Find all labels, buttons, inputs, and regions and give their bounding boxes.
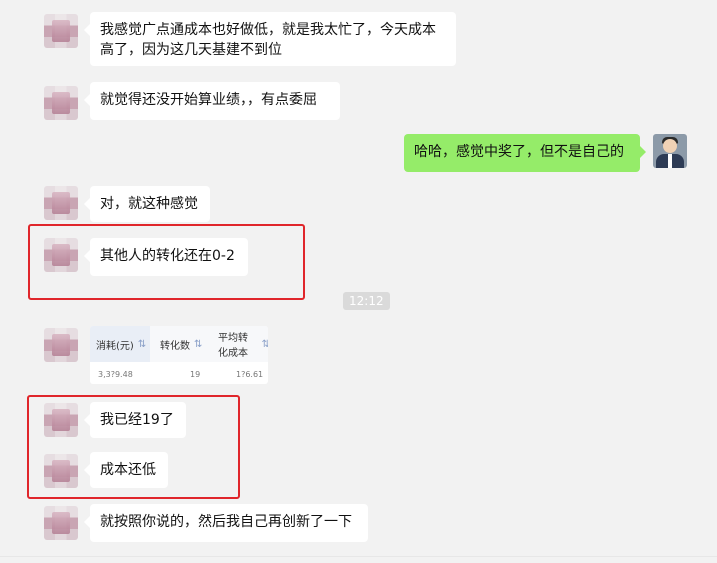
message-bubble-6[interactable]: 我已经19了 bbox=[84, 402, 186, 438]
message-text: 就按照你说的，然后我自己再创新了一下 bbox=[100, 514, 352, 530]
avatar-face bbox=[663, 139, 677, 153]
table-cell: 19 bbox=[190, 370, 201, 379]
contact-avatar[interactable] bbox=[44, 454, 78, 488]
table-header-cell: 平均转化成本 ⇅ bbox=[218, 326, 268, 362]
divider bbox=[0, 556, 717, 557]
table-header-cell: 消耗(元) ⇅ bbox=[90, 326, 150, 362]
message-text: 哈哈，感觉中奖了，但不是自己的 bbox=[414, 144, 624, 160]
chat-window: 我感觉广点通成本也好做低，就是我太忙了，今天成本高了，因为这几天基建不到位 就觉… bbox=[0, 0, 717, 563]
timestamp: 12:12 bbox=[343, 292, 390, 310]
sort-icon: ⇅ bbox=[261, 338, 268, 350]
contact-avatar[interactable] bbox=[44, 14, 78, 48]
table-header-cell: 转化数 ⇅ bbox=[160, 326, 220, 362]
contact-avatar[interactable] bbox=[44, 403, 78, 437]
table-row: 3,3?9.48 19 1?6.61 bbox=[90, 364, 268, 384]
message-bubble-4[interactable]: 对，就这种感觉 bbox=[84, 186, 210, 222]
message-text: 成本还低 bbox=[100, 462, 156, 478]
sort-icon: ⇅ bbox=[137, 338, 147, 350]
message-bubble-8[interactable]: 就按照你说的，然后我自己再创新了一下 bbox=[84, 504, 368, 542]
contact-avatar[interactable] bbox=[44, 186, 78, 220]
message-text: 就觉得还没开始算业绩，，有点委屈 bbox=[100, 92, 317, 108]
avatar-shirt bbox=[668, 154, 672, 168]
sort-icon: ⇅ bbox=[194, 338, 203, 350]
message-bubble-7[interactable]: 成本还低 bbox=[84, 452, 168, 488]
table-header-label: 消耗(元) bbox=[96, 340, 134, 352]
table-header-label: 转化数 bbox=[160, 340, 190, 352]
table-cell: 3,3?9.48 bbox=[98, 370, 133, 379]
message-bubble-5[interactable]: 其他人的转化还在0-2 bbox=[84, 238, 248, 276]
message-text: 对，就这种感觉 bbox=[100, 196, 198, 212]
table-header-label: 平均转化成本 bbox=[218, 333, 248, 359]
my-avatar[interactable] bbox=[653, 134, 687, 168]
message-bubble-2[interactable]: 就觉得还没开始算业绩，，有点委屈 bbox=[84, 82, 340, 120]
table-cell: 1?6.61 bbox=[236, 370, 264, 379]
message-text: 我已经19了 bbox=[100, 412, 174, 428]
message-text: 其他人的转化还在0-2 bbox=[100, 248, 235, 264]
message-bubble-3[interactable]: 哈哈，感觉中奖了，但不是自己的 bbox=[404, 134, 646, 172]
timestamp-text: 12:12 bbox=[349, 294, 384, 308]
contact-avatar[interactable] bbox=[44, 238, 78, 272]
message-text: 我感觉广点通成本也好做低，就是我太忙了，今天成本高了，因为这几天基建不到位 bbox=[100, 22, 436, 58]
contact-avatar[interactable] bbox=[44, 506, 78, 540]
contact-avatar[interactable] bbox=[44, 328, 78, 362]
table-image-message[interactable]: 消耗(元) ⇅ 转化数 ⇅ 平均转化成本 ⇅ 3,3?9.48 19 1?6.6… bbox=[90, 326, 268, 384]
contact-avatar[interactable] bbox=[44, 86, 78, 120]
message-bubble-1[interactable]: 我感觉广点通成本也好做低，就是我太忙了，今天成本高了，因为这几天基建不到位 bbox=[84, 12, 456, 66]
